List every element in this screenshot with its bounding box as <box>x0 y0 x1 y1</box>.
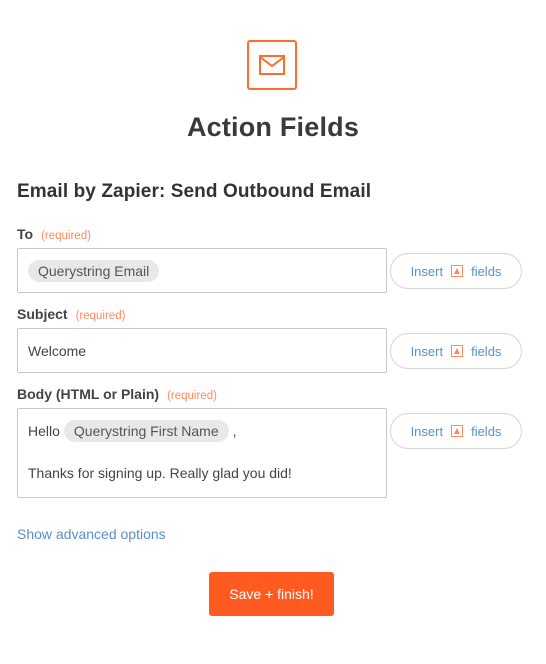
insert-field-icon <box>451 265 464 277</box>
subject-label-text: Subject <box>17 306 68 322</box>
page-title: Action Fields <box>186 112 360 142</box>
to-label: To (required) <box>17 226 91 242</box>
subject-label: Subject (required) <box>17 306 125 322</box>
body-label-text: Body (HTML or Plain) <box>17 386 160 402</box>
subject-field[interactable]: Welcome <box>17 328 387 373</box>
insert-label: Insert <box>410 263 444 279</box>
fields-label: fields <box>471 423 502 439</box>
subject-insert-fields-button[interactable]: Insert fields <box>390 333 522 369</box>
insert-field-icon <box>451 345 464 357</box>
show-advanced-options-link[interactable]: Show advanced options <box>17 526 166 542</box>
body-second-line: Thanks for signing up. Really glad you d… <box>28 465 292 481</box>
body-pill[interactable]: Querystring First Name <box>63 420 229 442</box>
insert-label: Insert <box>410 423 444 439</box>
insert-field-icon <box>451 425 464 437</box>
to-field[interactable]: Querystring Email <box>17 248 387 293</box>
save-finish-button[interactable]: Save + finish! <box>209 572 334 616</box>
mail-icon <box>247 40 297 90</box>
fields-label: fields <box>471 263 502 279</box>
to-pill[interactable]: Querystring Email <box>28 259 160 282</box>
to-insert-fields-button[interactable]: Insert fields <box>390 253 522 289</box>
body-label: Body (HTML or Plain) (required) <box>17 386 217 402</box>
to-required: (required) <box>41 230 91 242</box>
fields-label: fields <box>471 343 502 359</box>
insert-label: Insert <box>410 343 444 359</box>
subject-required: (required) <box>75 310 126 322</box>
body-required: (required) <box>167 390 217 402</box>
body-comma: , <box>232 423 237 439</box>
subject-value: Welcome <box>28 342 87 359</box>
to-label-text: To <box>17 226 34 242</box>
body-insert-fields-button[interactable]: Insert fields <box>390 413 522 449</box>
body-greeting: Hello <box>28 423 60 439</box>
body-field[interactable]: Hello Querystring First Name , Thanks fo… <box>17 408 387 498</box>
body-first-line: Hello Querystring First Name , <box>28 419 376 443</box>
section-title: Email by Zapier: Send Outbound Email <box>17 181 372 202</box>
